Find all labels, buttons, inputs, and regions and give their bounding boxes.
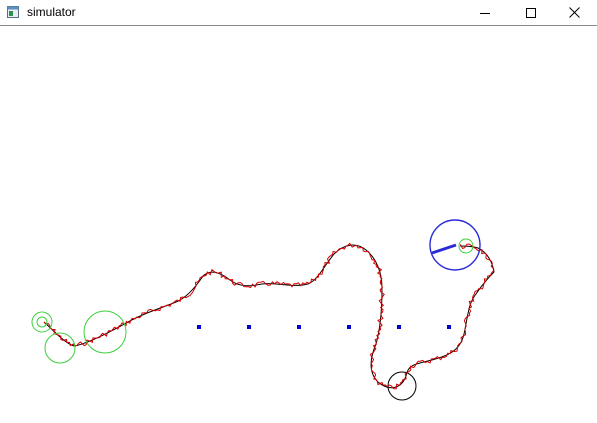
waypoint [347, 325, 351, 329]
maximize-button[interactable] [508, 0, 553, 25]
window-title: simulator [27, 5, 76, 19]
minimize-icon [479, 12, 490, 14]
reference-path [43, 244, 495, 389]
lookahead-circle [36, 316, 48, 328]
lookahead-circle [44, 332, 76, 364]
title-bar: simulator [0, 0, 597, 26]
simulation-view [31, 219, 495, 401]
simulation-canvas[interactable] [0, 26, 597, 418]
waypoint [297, 325, 301, 329]
waypoints [197, 325, 451, 329]
maximize-icon [525, 7, 536, 18]
waypoint [397, 325, 401, 329]
lookahead-circle [83, 310, 127, 354]
robot-heading [431, 243, 457, 255]
close-icon [569, 7, 580, 18]
waypoint [247, 325, 251, 329]
robot-trail [43, 242, 495, 390]
reference-loop [387, 371, 417, 401]
lookahead-circle [31, 311, 53, 333]
waypoint [447, 325, 451, 329]
minimize-button[interactable] [462, 0, 507, 25]
app-window-icon [7, 6, 19, 18]
close-button[interactable] [552, 0, 597, 25]
lookahead-circles [31, 238, 474, 364]
waypoint [197, 325, 201, 329]
